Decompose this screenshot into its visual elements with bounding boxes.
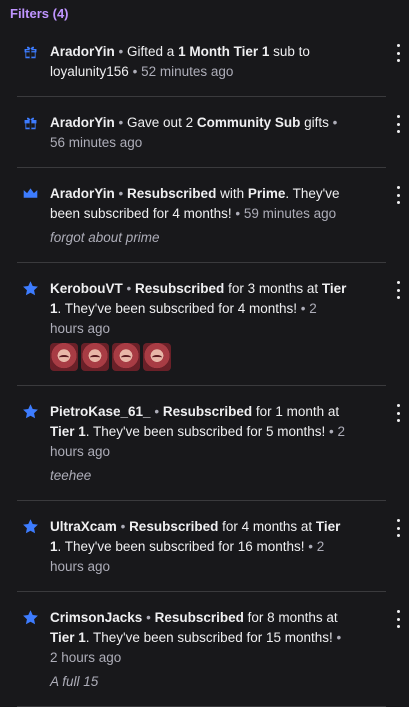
message-strong: Tier 1	[50, 630, 86, 645]
message-text: for 4 months at	[222, 519, 313, 534]
message-text: . They've been subscribed for 5 months!	[85, 424, 326, 439]
timestamp: 52 minutes ago	[141, 64, 234, 79]
star-icon	[22, 518, 39, 535]
emote	[112, 343, 140, 371]
message-text: . They've been subscribed for 16 months!	[57, 539, 305, 554]
gift-icon	[22, 114, 39, 131]
more-options-icon[interactable]	[390, 610, 406, 628]
separator-dot: •	[336, 630, 342, 645]
more-options-icon[interactable]	[390, 44, 406, 62]
message-text: for 8 months at	[247, 610, 338, 625]
separator-dot: •	[329, 424, 334, 439]
more-options-icon[interactable]	[390, 404, 406, 422]
star-icon	[22, 403, 39, 420]
separator-dot: •	[154, 404, 160, 419]
message-strong: Tier 1	[50, 424, 86, 439]
separator-dot: •	[132, 64, 138, 79]
message-text: with	[220, 186, 245, 201]
message-text: . They've been subscribed for 15 months!	[85, 630, 333, 645]
separator-dot: •	[118, 44, 124, 59]
message-text: sub to	[273, 44, 310, 59]
separator-dot: •	[118, 186, 124, 201]
separator-dot: •	[300, 301, 306, 316]
sub-message: teehee	[50, 468, 92, 483]
username[interactable]: UltraXcam	[50, 519, 117, 534]
activity-item: CrimsonJacks • Resubscribed for 8 months…	[17, 602, 400, 707]
message-text: Gifted a	[127, 44, 175, 59]
crown-icon	[22, 185, 39, 202]
sub-message: A full 15	[50, 674, 99, 689]
separator-dot: •	[146, 610, 151, 625]
emote-row	[50, 343, 350, 371]
message-text: . They've been subscribed for 4 months!	[57, 301, 297, 316]
message-strong: Community Sub	[196, 115, 301, 130]
gift-icon	[22, 43, 39, 60]
activity-item: AradorYin • Gave out 2 Community Sub gif…	[17, 107, 400, 168]
more-options-icon[interactable]	[390, 281, 406, 299]
message-strong: Resubscribed	[162, 404, 253, 419]
emote	[50, 343, 78, 371]
username[interactable]: CrimsonJacks	[50, 610, 142, 625]
username[interactable]: PietroKase_61_	[50, 404, 151, 419]
activity-item: UltraXcam • Resubscribed for 4 months at…	[17, 511, 400, 592]
message-text: for 3 months at	[228, 281, 319, 296]
message-strong: 1 Month Tier 1	[178, 44, 270, 59]
timestamp: 2 hours ago	[50, 650, 122, 665]
emote	[143, 343, 171, 371]
more-options-icon[interactable]	[390, 519, 406, 537]
activity-feed: AradorYin • Gifted a 1 Month Tier 1 sub …	[0, 36, 409, 707]
filters-button[interactable]: Filters (4)	[10, 6, 69, 21]
timestamp: 59 minutes ago	[243, 206, 337, 221]
message-text: Gave out 2	[127, 115, 194, 130]
separator-dot: •	[308, 539, 313, 554]
activity-item: AradorYin • Resubscribed with Prime. The…	[17, 178, 400, 263]
star-icon	[22, 609, 39, 626]
message-strong: Resubscribed	[127, 186, 217, 201]
message-text: for 1 month at	[255, 404, 340, 419]
username[interactable]: KerobouVT	[50, 281, 123, 296]
message-strong: Resubscribed	[129, 519, 219, 534]
activity-item: PietroKase_61_ • Resubscribed for 1 mont…	[17, 396, 400, 501]
more-options-icon[interactable]	[390, 186, 406, 204]
sub-message: forgot about prime	[50, 230, 160, 245]
username[interactable]: AradorYin	[50, 115, 115, 130]
recipient[interactable]: loyalunity156	[50, 64, 129, 79]
more-options-icon[interactable]	[390, 115, 406, 133]
emote	[81, 343, 109, 371]
separator-dot: •	[126, 281, 132, 296]
message-strong: Resubscribed	[154, 610, 244, 625]
separator-dot: •	[118, 115, 124, 130]
message-strong: Resubscribed	[135, 281, 225, 296]
activity-item: KerobouVT • Resubscribed for 3 months at…	[17, 273, 400, 386]
message-strong: Prime	[247, 186, 286, 201]
separator-dot: •	[332, 115, 338, 130]
username[interactable]: AradorYin	[50, 186, 115, 201]
timestamp: 56 minutes ago	[50, 135, 143, 150]
activity-item: AradorYin • Gifted a 1 Month Tier 1 sub …	[17, 36, 400, 97]
star-icon	[22, 280, 39, 297]
message-text: gifts	[304, 115, 329, 130]
separator-dot: •	[235, 206, 241, 221]
separator-dot: •	[120, 519, 126, 534]
username[interactable]: AradorYin	[50, 44, 115, 59]
